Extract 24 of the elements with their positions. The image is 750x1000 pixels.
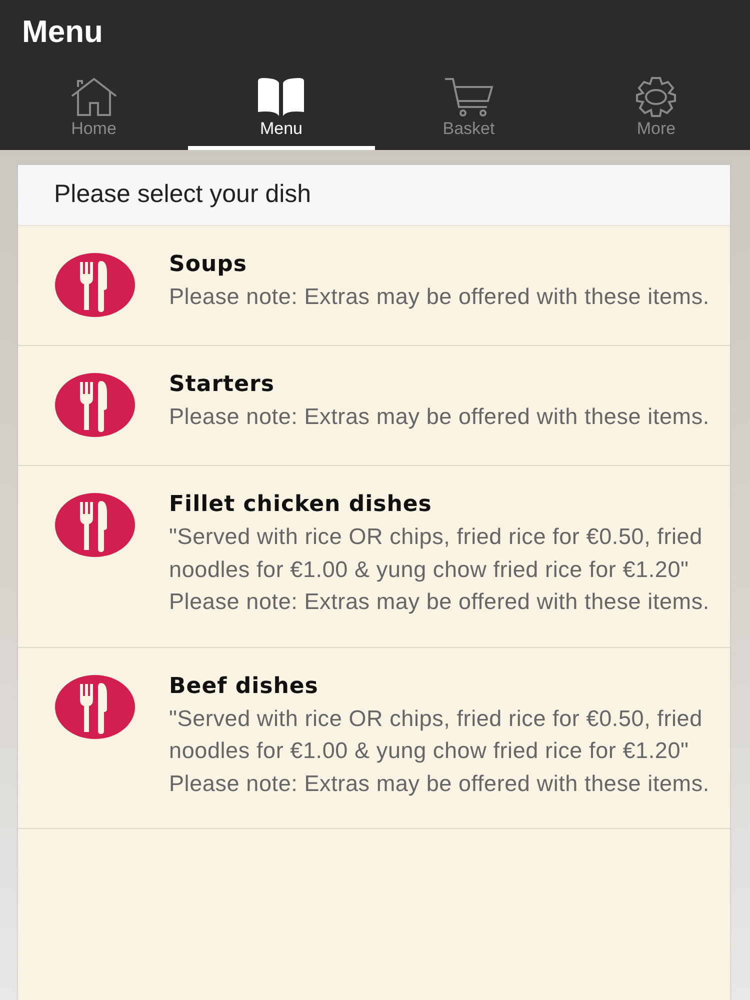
cutlery-icon xyxy=(55,493,135,557)
category-note: "Served with rice OR chips, fried rice for €0.50, fried noodles for €1.00 & yung chow fried rice for €1.20" Please note: Extras may be offered with these items. xyxy=(169,704,710,798)
category-note: "Served with rice OR chips, fried rice for €0.50, fried noodles for €1.00 & yung chow fried rice for €1.20" Please note: Extras may be offered with these items. xyxy=(169,523,710,616)
nav-tab[interactable]: More xyxy=(562,61,750,150)
category-item[interactable]: Fillet chicken dishes "Served with rice OR chips, fried rice for €0.50, fried noodles for €1.00 & yung chow fried rice for €1.20" Please note: Extras may be offered with these items. xyxy=(18,466,730,648)
cutlery-icon xyxy=(55,253,135,317)
category-title: Starters xyxy=(169,372,276,397)
category-note: Please note: Extras may be offered with these items. xyxy=(169,283,710,311)
page-title: Menu xyxy=(21,13,104,51)
cutlery-icon xyxy=(55,674,135,738)
category-note: Please note: Extras may be offered with these items. xyxy=(169,403,710,431)
category-title: Soups xyxy=(169,252,248,277)
category-item[interactable]: Starters Please note: Extras may be offered with these items. xyxy=(18,346,730,466)
cutlery-icon xyxy=(55,373,135,437)
panel-heading: Please select your dish xyxy=(18,165,730,226)
cart-icon xyxy=(442,77,495,117)
nav-tab[interactable]: Basket xyxy=(375,61,562,150)
category-item[interactable]: Soups Please note: Extras may be offered with these items. xyxy=(18,226,730,346)
category-item[interactable]: Beef dishes "Served with rice OR chips, fried rice for €0.50, fried noodles for €1.00 & yung chow fried rice for €1.20" Please note: Extras may be offered with these items. xyxy=(18,648,730,829)
nav-tab[interactable]: Menu xyxy=(188,61,375,150)
home-icon xyxy=(68,77,119,117)
nav-tab[interactable]: Home xyxy=(0,61,188,150)
category-title: Beef dishes xyxy=(169,674,320,698)
category-title: Fillet chicken dishes xyxy=(169,492,433,517)
